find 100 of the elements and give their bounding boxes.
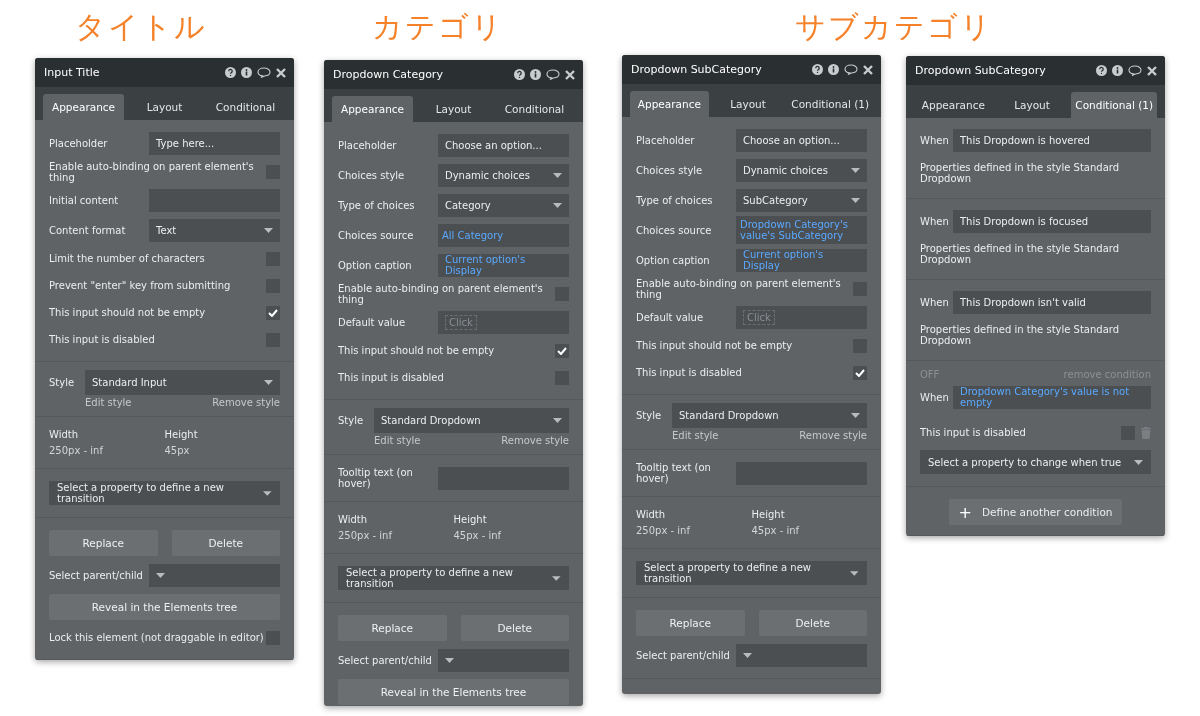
info-icon[interactable] (1112, 65, 1123, 76)
action-button[interactable]: Delete (758, 610, 867, 636)
help-icon[interactable] (1096, 65, 1107, 76)
dropdown[interactable]: Standard Dropdown (374, 408, 569, 433)
field-label: Width (49, 429, 80, 440)
action-button[interactable]: Delete (171, 530, 280, 556)
when-label: When (920, 296, 950, 308)
action-button[interactable]: Replace (49, 530, 158, 556)
field-label: Tooltip text (on hover) (338, 467, 414, 489)
caret-icon (851, 413, 860, 418)
tab[interactable]: Appearance (914, 92, 993, 118)
edit-style-link[interactable]: Edit style (672, 430, 719, 441)
dropdown[interactable]: Dynamic choices (438, 163, 569, 187)
dropdown[interactable]: SubCategory (736, 188, 867, 212)
field-label: Choices style (338, 169, 406, 181)
tab[interactable]: Conditional (1) (787, 91, 873, 117)
tab[interactable]: Appearance (43, 94, 124, 120)
help-icon[interactable] (514, 69, 525, 80)
close-icon[interactable] (565, 69, 575, 80)
edit-style-link[interactable]: Edit style (85, 397, 132, 408)
field-label: Choices source (636, 224, 713, 236)
expression-field[interactable]: All Category (438, 223, 569, 247)
close-icon[interactable] (276, 67, 286, 78)
caret-icon (552, 575, 561, 581)
width-value: 250px - inf (636, 525, 692, 536)
panel-title: Input Title (44, 66, 101, 79)
remove-style-link[interactable]: Remove style (799, 430, 867, 441)
dropdown[interactable]: Text (149, 218, 280, 242)
tab[interactable]: Layout (992, 92, 1072, 118)
field-label: Height (751, 509, 786, 520)
dropdown[interactable]: Standard Input (85, 370, 280, 395)
add-condition-button[interactable]: + Define another condition (948, 499, 1123, 525)
tab[interactable]: Layout (708, 91, 788, 117)
tab[interactable]: Appearance (332, 96, 413, 122)
when-label: When (920, 215, 950, 227)
tab[interactable]: Conditional (1) (1071, 92, 1157, 118)
action-button[interactable]: Replace (636, 610, 745, 636)
checkbox[interactable] (853, 365, 867, 380)
reveal-button[interactable]: Reveal in the Elements tree (338, 679, 569, 705)
tab[interactable]: Layout (124, 94, 205, 120)
condition-note: Properties defined in the style Standard Dropdown (920, 161, 1121, 186)
checkbox-label: This input is disabled (920, 427, 1026, 438)
help-icon[interactable] (225, 67, 236, 78)
input-field[interactable]: Type here... (149, 131, 280, 155)
expression-field[interactable]: Current option's Display (736, 248, 867, 272)
dropdown[interactable]: Select a property to define a new transition (636, 561, 867, 585)
remove-style-link[interactable]: Remove style (212, 397, 280, 408)
caret-icon (851, 197, 860, 203)
info-icon[interactable] (530, 69, 541, 80)
reveal-button[interactable]: Reveal in the Elements tree (49, 594, 280, 620)
edit-style-link[interactable]: Edit style (374, 435, 421, 446)
heading: タイトル (75, 8, 207, 46)
remove-style-link[interactable]: Remove style (501, 435, 569, 446)
field-label: Style (49, 377, 76, 388)
checkbox-label: Enable auto-binding on parent element's thing (636, 277, 842, 300)
condition-field[interactable]: This Dropdown isn't valid (953, 290, 1151, 314)
condition-field[interactable]: Dropdown Category's value is not empty (953, 385, 1151, 409)
condition-field[interactable]: This Dropdown is focused (953, 209, 1151, 233)
comment-icon[interactable] (1128, 65, 1142, 76)
close-icon[interactable] (1147, 65, 1157, 76)
dropdown[interactable]: Select a property to change when true (920, 450, 1151, 474)
comment-icon[interactable] (257, 67, 271, 78)
field-label: Width (636, 509, 667, 520)
expression-field[interactable]: Current option's Display (438, 253, 569, 277)
condition-note: Properties defined in the style Standard Dropdown (920, 242, 1121, 267)
dropdown[interactable]: Select a property to define a new transition (49, 481, 280, 505)
tab[interactable]: Conditional (494, 96, 575, 122)
field-label: Select parent/child (338, 654, 433, 666)
when-label: When (920, 391, 950, 403)
info-icon[interactable] (828, 64, 839, 75)
checkbox[interactable] (266, 305, 280, 320)
help-icon[interactable] (812, 64, 823, 75)
checkbox[interactable] (555, 343, 569, 358)
close-icon[interactable] (863, 64, 873, 75)
checkbox-label: Limit the number of characters (49, 253, 205, 264)
action-button[interactable]: Delete (460, 615, 569, 641)
dropdown[interactable]: Category (438, 193, 569, 217)
input-field[interactable]: Choose an option... (736, 128, 867, 152)
field-label: Placeholder (49, 137, 109, 149)
checkbox-label: Prevent "enter" key from submitting (49, 280, 231, 291)
action-button[interactable]: Replace (338, 615, 447, 641)
checkbox-label: Lock this element (not draggable in editor) (49, 632, 264, 643)
comment-icon[interactable] (546, 69, 560, 80)
condition-field[interactable]: This Dropdown is hovered (953, 128, 1151, 152)
tab[interactable]: Conditional (205, 94, 286, 120)
field-label: Style (636, 410, 663, 421)
comment-icon[interactable] (844, 64, 858, 75)
dropdown[interactable]: Select a property to define a new transition (338, 566, 569, 590)
input-field[interactable]: Choose an option... (438, 133, 569, 157)
field-label: Default value (338, 316, 407, 328)
info-icon[interactable] (241, 67, 252, 78)
dropdown[interactable]: Standard Dropdown (672, 403, 867, 428)
field-label: Tooltip text (on hover) (636, 462, 712, 484)
field-label: Select parent/child (49, 569, 144, 581)
field-label: Choices style (636, 164, 704, 176)
tab[interactable]: Layout (413, 96, 494, 122)
dropdown[interactable]: Dynamic choices (736, 158, 867, 182)
expression-field[interactable]: Dropdown Category's value's SubCategory (736, 216, 867, 244)
caret-icon (850, 570, 859, 576)
tab[interactable]: Appearance (630, 91, 709, 117)
